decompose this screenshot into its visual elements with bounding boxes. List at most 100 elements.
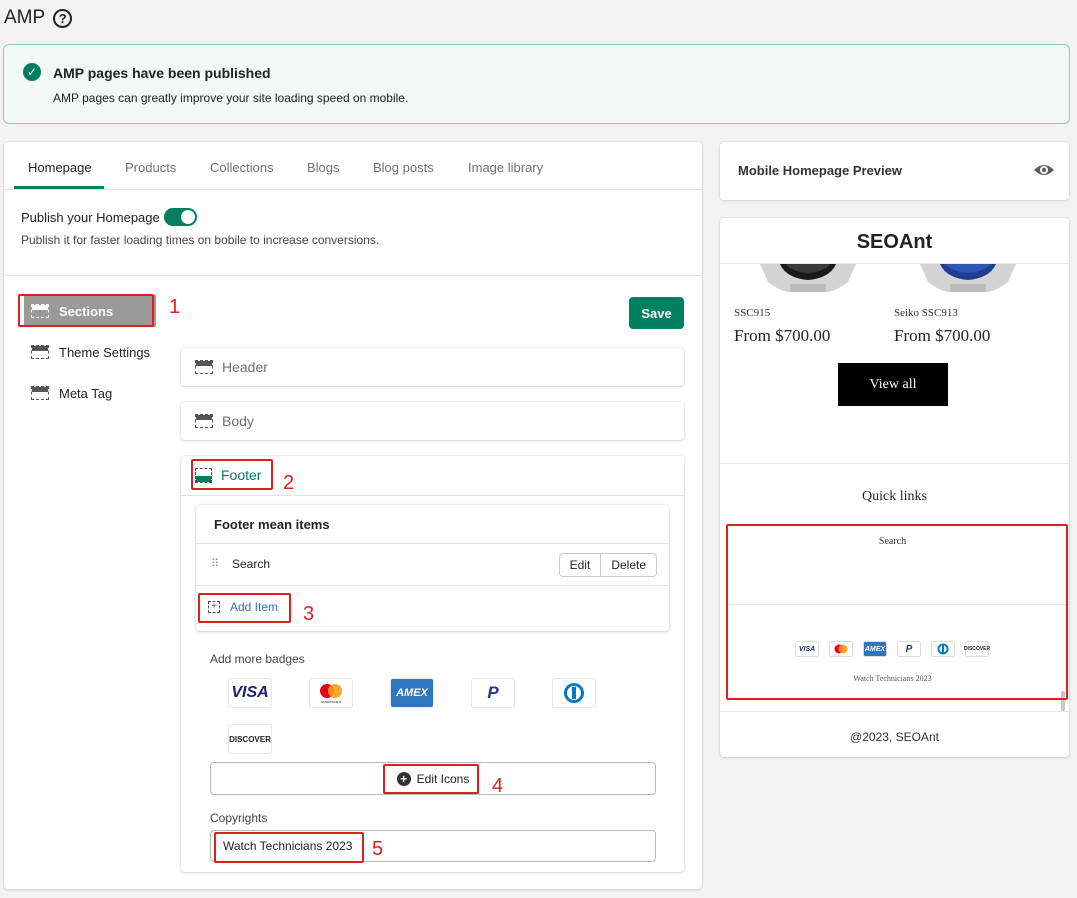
diners-club-icon	[931, 641, 955, 657]
copyrights-input[interactable]	[210, 830, 656, 862]
visa-icon: VISA	[795, 641, 819, 657]
edit-icons-button[interactable]: + Edit Icons	[210, 762, 656, 795]
badges-label: Add more badges	[210, 652, 305, 666]
item-action-group: Edit Delete	[558, 553, 657, 577]
tab-blogs[interactable]: Blogs	[307, 160, 340, 175]
section-icon	[195, 360, 213, 374]
mastercard-wordmark: mastercard	[321, 699, 341, 704]
footer-icon	[195, 467, 212, 483]
visa-badge-icon[interactable]: VISA	[228, 678, 272, 708]
view-all-button[interactable]: View all	[838, 363, 948, 406]
tab-homepage[interactable]: Homepage	[28, 160, 92, 175]
save-button[interactable]: Save	[629, 297, 684, 329]
visa-badge-text: VISA	[231, 684, 269, 701]
sidebar-item-label: Meta Tag	[59, 385, 113, 401]
section-icon	[31, 386, 49, 400]
mastercard-icon	[829, 641, 853, 657]
eye-icon[interactable]	[1033, 162, 1055, 178]
paypal-badge-icon[interactable]: P	[471, 678, 515, 708]
annotation-number-3: 3	[303, 603, 315, 625]
discover-badge-icon[interactable]: DISCOVER	[228, 724, 272, 754]
section-icon	[31, 304, 49, 318]
preview-scrollbar[interactable]	[1061, 691, 1065, 711]
divider	[4, 275, 702, 276]
diners-club-logo	[564, 683, 584, 703]
mastercard-logo: mastercard	[320, 684, 342, 704]
product-image-ssc915[interactable]	[756, 264, 860, 294]
tab-collections[interactable]: Collections	[210, 160, 274, 175]
copyrights-label: Copyrights	[210, 811, 268, 825]
preview-title: Mobile Homepage Preview	[738, 163, 902, 178]
store-name: SEOAnt	[856, 231, 933, 253]
annotation-number-4: 4	[492, 775, 504, 797]
paypal-icon: P	[897, 641, 921, 657]
menu-item-label: Search	[232, 557, 271, 571]
product-name[interactable]: SSC915	[734, 307, 770, 319]
tab-products[interactable]: Products	[125, 160, 176, 175]
question-circle-icon[interactable]: ?	[53, 8, 73, 28]
publish-toggle[interactable]	[164, 208, 197, 226]
diners-club-badge-icon[interactable]	[552, 678, 596, 708]
banner-text: AMP pages can greatly improve your site …	[53, 91, 409, 105]
edit-button[interactable]: Edit	[559, 554, 601, 576]
sidebar-item-sections[interactable]: Sections	[24, 295, 156, 327]
toggle-knob	[181, 210, 195, 224]
section-header[interactable]: Header	[181, 348, 684, 386]
publish-label: Publish your Homepage	[21, 210, 160, 225]
annotation-number-1: 1	[169, 296, 181, 318]
annotation-number-2: 2	[283, 472, 295, 494]
sidebar-item-label: Theme Settings	[59, 344, 151, 360]
mastercard-badge-icon[interactable]: mastercard	[309, 678, 353, 708]
amex-badge-text: AMEX	[396, 687, 428, 699]
add-item-label: Add Item	[230, 600, 279, 614]
page-title: AMP ?	[4, 7, 73, 29]
edit-icons-label: Edit Icons	[416, 771, 470, 786]
check-circle-icon: ✓	[23, 63, 41, 81]
amex-icon: AMEX	[863, 641, 887, 657]
discover-icon: DISCOVER	[964, 641, 990, 657]
section-body[interactable]: Body	[181, 402, 684, 440]
divider	[196, 585, 669, 586]
annotation-number-5: 5	[372, 838, 384, 860]
discover-badge-text: DISCOVER	[229, 734, 271, 744]
amex-badge-icon[interactable]: AMEX	[390, 678, 434, 708]
mobile-preview: SEOAnt SSC915 From $700.00 Seiko SSC913 …	[720, 218, 1069, 757]
section-footer-label: Footer	[221, 467, 262, 483]
product-name[interactable]: Seiko SSC913	[894, 307, 958, 319]
add-icon: +	[208, 601, 220, 613]
footer-menu-title: Footer mean items	[214, 517, 330, 532]
page-title-text: AMP	[4, 7, 46, 28]
section-body-label: Body	[222, 413, 254, 429]
section-footer-toggle[interactable]: Footer	[195, 467, 261, 483]
divider	[727, 604, 1066, 605]
section-header-toggle[interactable]: Header	[195, 359, 268, 375]
section-icon	[31, 345, 49, 359]
footer-link-search[interactable]: Search	[720, 536, 1065, 547]
delete-button[interactable]: Delete	[600, 554, 656, 576]
divider	[720, 711, 1069, 712]
bottom-copyright: @2023, SEOAnt	[850, 730, 939, 744]
product-price: From $700.00	[894, 326, 991, 345]
preview-header-card: Mobile Homepage Preview	[720, 142, 1069, 200]
success-banner: ✓ AMP pages have been published AMP page…	[3, 44, 1070, 124]
divider	[720, 463, 1069, 464]
banner-title: AMP pages have been published	[53, 65, 271, 81]
add-item-button[interactable]: + Add Item	[208, 600, 278, 614]
tab-image-library[interactable]: Image library	[468, 160, 543, 175]
tab-bar: Homepage Products Collections Blogs Blog…	[4, 142, 702, 190]
drag-handle-icon[interactable]: ⠿	[211, 557, 219, 570]
sidebar-item-meta-tag[interactable]: Meta Tag	[24, 377, 156, 409]
section-icon	[195, 414, 213, 428]
footer-menu-card: Footer mean items ⠿ Search Edit Delete +…	[196, 505, 669, 631]
footer-copyright: Watch Technicians 2023	[853, 674, 932, 683]
sidebar-item-theme-settings[interactable]: Theme Settings	[24, 336, 156, 368]
settings-card: Homepage Products Collections Blogs Blog…	[4, 142, 702, 889]
active-tab-indicator	[14, 186, 104, 189]
divider	[181, 495, 684, 496]
product-image-ssc913[interactable]	[916, 264, 1020, 294]
sidebar-item-label: Sections	[59, 303, 114, 319]
publish-description: Publish it for faster loading times on b…	[21, 233, 380, 247]
plus-circle-icon: +	[396, 771, 411, 786]
tab-blog-posts[interactable]: Blog posts	[373, 160, 434, 175]
section-body-toggle[interactable]: Body	[195, 413, 254, 429]
